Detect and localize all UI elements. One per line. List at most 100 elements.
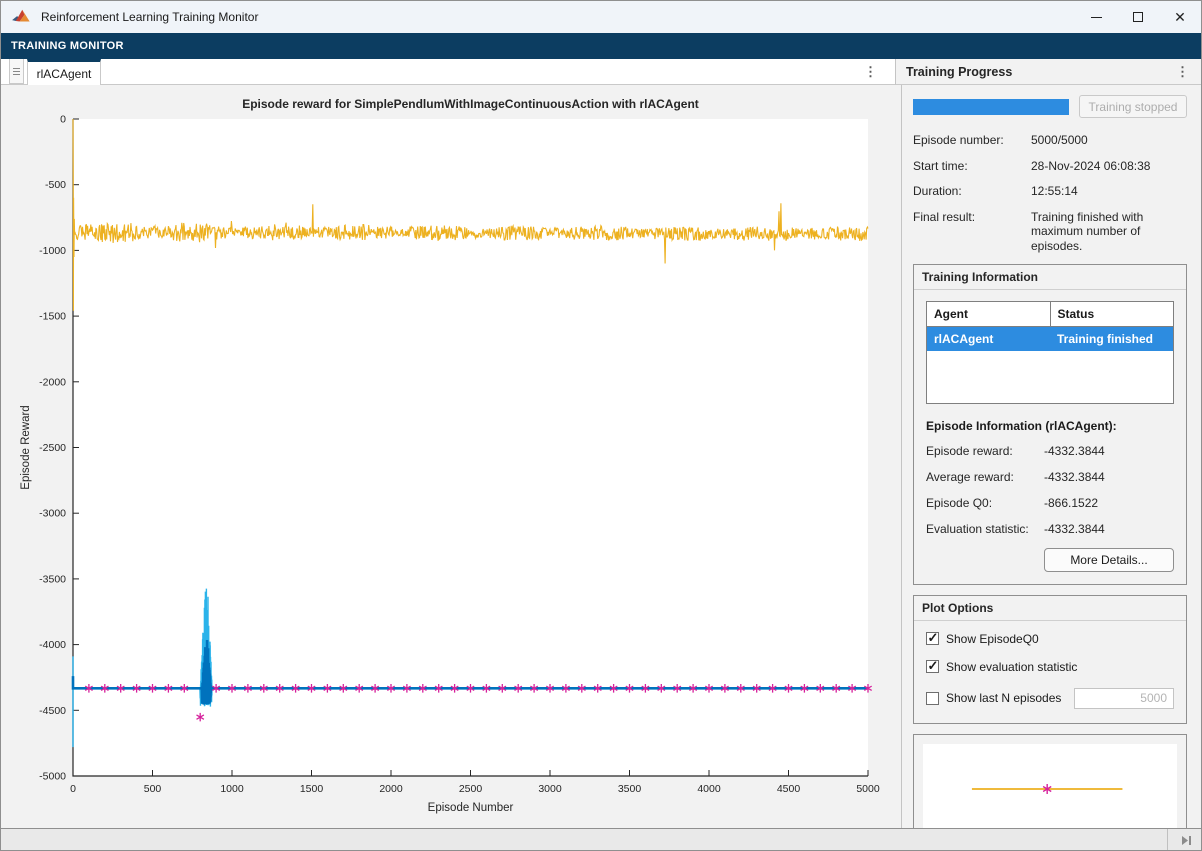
svg-text:-500: -500 bbox=[45, 179, 66, 191]
episode-reward-chart[interactable]: 0500100015002000250030003500400045005000… bbox=[9, 85, 901, 828]
stat-label: Episode reward: bbox=[926, 444, 1044, 458]
svg-text:4000: 4000 bbox=[697, 783, 721, 795]
column-header-status: Status bbox=[1050, 302, 1174, 327]
maximize-button[interactable] bbox=[1117, 1, 1159, 33]
titlebar: Reinforcement Learning Training Monitor … bbox=[1, 1, 1201, 33]
episode-info-heading: Episode Information (rlACAgent): bbox=[926, 419, 1174, 433]
stat-value: -866.1522 bbox=[1044, 496, 1098, 510]
group-title: Training Information bbox=[914, 265, 1186, 290]
more-details-button[interactable]: More Details... bbox=[1044, 548, 1174, 572]
checkbox-row-evaluation-statistic: Show evaluation statistic bbox=[926, 660, 1174, 674]
show-evaluation-statistic-checkbox[interactable] bbox=[926, 660, 939, 673]
svg-text:-4000: -4000 bbox=[39, 639, 66, 651]
svg-text:5000: 5000 bbox=[856, 783, 880, 795]
svg-text:Episode Reward: Episode Reward bbox=[20, 405, 32, 489]
tab-label: rlACAgent bbox=[37, 67, 92, 81]
checkbox-label: Show evaluation statistic bbox=[946, 660, 1174, 674]
field-value: Training finished with maximum number of… bbox=[1031, 210, 1187, 254]
svg-text:0: 0 bbox=[60, 114, 66, 126]
plot-options-group: Plot Options Show EpisodeQ0 Show evaluat… bbox=[913, 595, 1187, 724]
minimize-icon bbox=[1091, 17, 1102, 18]
svg-text:2500: 2500 bbox=[459, 783, 483, 795]
svg-text:-2000: -2000 bbox=[39, 376, 66, 388]
field-label: Duration: bbox=[913, 184, 1031, 199]
close-button[interactable]: ✕ bbox=[1159, 1, 1201, 33]
svg-text:3000: 3000 bbox=[538, 783, 562, 795]
legend-preview-plot bbox=[923, 744, 1177, 829]
progress-fields: Episode number: 5000/5000 Start time: 28… bbox=[913, 133, 1187, 253]
field-value: 12:55:14 bbox=[1031, 184, 1187, 199]
field-final-result: Final result: Training finished with max… bbox=[913, 210, 1187, 254]
show-last-n-episodes-checkbox[interactable] bbox=[926, 692, 939, 705]
svg-text:1000: 1000 bbox=[220, 783, 244, 795]
chart-document: 0500100015002000250030003500400045005000… bbox=[9, 85, 901, 828]
last-n-episodes-input[interactable] bbox=[1074, 688, 1174, 709]
checkbox-row-episodeq0: Show EpisodeQ0 bbox=[926, 632, 1174, 646]
field-value: 5000/5000 bbox=[1031, 133, 1187, 148]
svg-text:0: 0 bbox=[70, 783, 76, 795]
agent-status-table[interactable]: Agent Status rlACAgent Training finished bbox=[926, 301, 1174, 404]
stat-episode-q0: Episode Q0: -866.1522 bbox=[926, 496, 1174, 510]
status-bar-divider bbox=[1167, 829, 1168, 851]
training-progress-header: Training Progress ⋮ bbox=[895, 59, 1201, 85]
ribbon-toolbar: TRAINING MONITOR bbox=[1, 33, 1201, 59]
field-value: 28-Nov-2024 06:08:38 bbox=[1031, 159, 1187, 174]
svg-text:500: 500 bbox=[144, 783, 162, 795]
svg-text:-3000: -3000 bbox=[39, 508, 66, 520]
app-window: Reinforcement Learning Training Monitor … bbox=[0, 0, 1202, 851]
panel-actions-kebab-icon[interactable]: ⋮ bbox=[1176, 59, 1201, 85]
progress-row: Training stopped bbox=[913, 95, 1187, 118]
svg-text:3500: 3500 bbox=[618, 783, 642, 795]
window-title: Reinforcement Learning Training Monitor bbox=[41, 10, 258, 24]
close-icon: ✕ bbox=[1174, 10, 1186, 24]
svg-text:Episode reward for SimplePendl: Episode reward for SimplePendlumWithImag… bbox=[242, 97, 699, 111]
svg-text:-1500: -1500 bbox=[39, 311, 66, 323]
svg-text:-5000: -5000 bbox=[39, 771, 66, 783]
table-row-rlacagent[interactable]: rlACAgent Training finished bbox=[927, 327, 1174, 352]
stat-average-reward: Average reward: -4332.3844 bbox=[926, 470, 1174, 484]
document-bar-grabber[interactable] bbox=[9, 59, 24, 84]
field-duration: Duration: 12:55:14 bbox=[913, 184, 1187, 199]
status-bar bbox=[1, 828, 1201, 851]
group-title: Plot Options bbox=[914, 596, 1186, 621]
cell-status: Training finished bbox=[1050, 327, 1174, 352]
field-start-time: Start time: 28-Nov-2024 06:08:38 bbox=[913, 159, 1187, 174]
training-progress-bar bbox=[913, 99, 1069, 115]
show-episodeq0-checkbox[interactable] bbox=[926, 632, 939, 645]
episode-stats: Episode reward: -4332.3844 Average rewar… bbox=[926, 444, 1174, 536]
stat-value: -4332.3844 bbox=[1044, 470, 1105, 484]
checkbox-label: Show EpisodeQ0 bbox=[946, 632, 1174, 646]
document-actions-kebab-icon[interactable]: ⋮ bbox=[864, 59, 877, 85]
matlab-logo-icon bbox=[11, 8, 33, 26]
stat-episode-reward: Episode reward: -4332.3844 bbox=[926, 444, 1174, 458]
cell-agent: rlACAgent bbox=[927, 327, 1051, 352]
table-empty-area bbox=[927, 351, 1174, 403]
field-label: Episode number: bbox=[913, 133, 1031, 148]
stat-evaluation-statistic: Evaluation statistic: -4332.3844 bbox=[926, 522, 1174, 536]
svg-text:-4500: -4500 bbox=[39, 705, 66, 717]
field-episode-number: Episode number: 5000/5000 bbox=[913, 133, 1187, 148]
minimize-button[interactable] bbox=[1075, 1, 1117, 33]
checkbox-label: Show last N episodes bbox=[946, 691, 1074, 705]
tab-training-monitor[interactable]: TRAINING MONITOR bbox=[1, 40, 124, 52]
stat-value: -4332.3844 bbox=[1044, 444, 1105, 458]
tab-row: rlACAgent ⋮ Training Progress ⋮ bbox=[1, 59, 1201, 85]
stat-label: Evaluation statistic: bbox=[926, 522, 1044, 536]
training-stopped-button[interactable]: Training stopped bbox=[1079, 95, 1187, 118]
document-tab-strip: rlACAgent ⋮ bbox=[1, 59, 895, 85]
svg-text:-1000: -1000 bbox=[39, 245, 66, 257]
training-progress-panel: Training stopped Episode number: 5000/50… bbox=[903, 85, 1197, 828]
svg-text:-3500: -3500 bbox=[39, 573, 66, 585]
checkbox-row-last-n-episodes: Show last N episodes bbox=[926, 688, 1174, 709]
svg-text:4500: 4500 bbox=[777, 783, 801, 795]
field-label: Final result: bbox=[913, 210, 1031, 254]
collapse-panel-icon[interactable] bbox=[1180, 834, 1193, 847]
panel-title: Training Progress bbox=[896, 65, 1176, 79]
field-label: Start time: bbox=[913, 159, 1031, 174]
tab-rlacagent[interactable]: rlACAgent bbox=[27, 59, 101, 85]
column-header-agent: Agent bbox=[927, 302, 1051, 327]
progress-fill bbox=[913, 99, 1069, 115]
stat-label: Average reward: bbox=[926, 470, 1044, 484]
main-area: 0500100015002000250030003500400045005000… bbox=[1, 85, 1201, 828]
svg-text:1500: 1500 bbox=[300, 783, 324, 795]
